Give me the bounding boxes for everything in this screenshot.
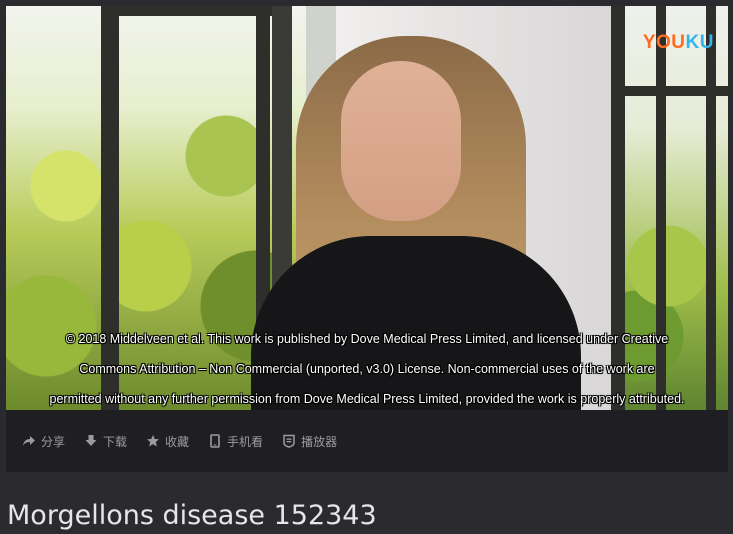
caption-line-3: permitted without any further permission…	[49, 392, 685, 406]
download-icon	[84, 434, 98, 448]
video-player[interactable]: YOUKU © 2018 Middelveen et al. This work…	[6, 6, 728, 472]
phone-icon	[208, 434, 222, 448]
player-label: 播放器	[301, 434, 338, 449]
favorite-label: 收藏	[165, 434, 190, 449]
caption-line-2: Commons Attribution – Non Commercial (un…	[79, 362, 655, 376]
player-button[interactable]: 播放器	[282, 433, 337, 450]
youku-logo: YOUKU	[642, 32, 714, 53]
star-icon	[146, 434, 160, 448]
mobile-label: 手机看	[227, 434, 264, 449]
share-button[interactable]: 分享	[22, 433, 65, 450]
download-button[interactable]: 下载	[84, 433, 127, 450]
video-toolbar: 分享 下载 收藏 手机看 播放器	[6, 410, 728, 472]
video-title: Morgellons disease 152343	[7, 500, 377, 531]
video-scene	[6, 6, 728, 410]
share-label: 分享	[41, 434, 66, 449]
video-frame[interactable]: YOUKU © 2018 Middelveen et al. This work…	[6, 6, 728, 410]
caption-line-1: © 2018 Middelveen et al. This work is pu…	[65, 332, 669, 346]
mobile-watch-button[interactable]: 手机看	[208, 433, 263, 450]
download-label: 下载	[103, 434, 128, 449]
shield-icon	[282, 434, 296, 448]
share-icon	[22, 434, 36, 448]
favorite-button[interactable]: 收藏	[146, 433, 189, 450]
